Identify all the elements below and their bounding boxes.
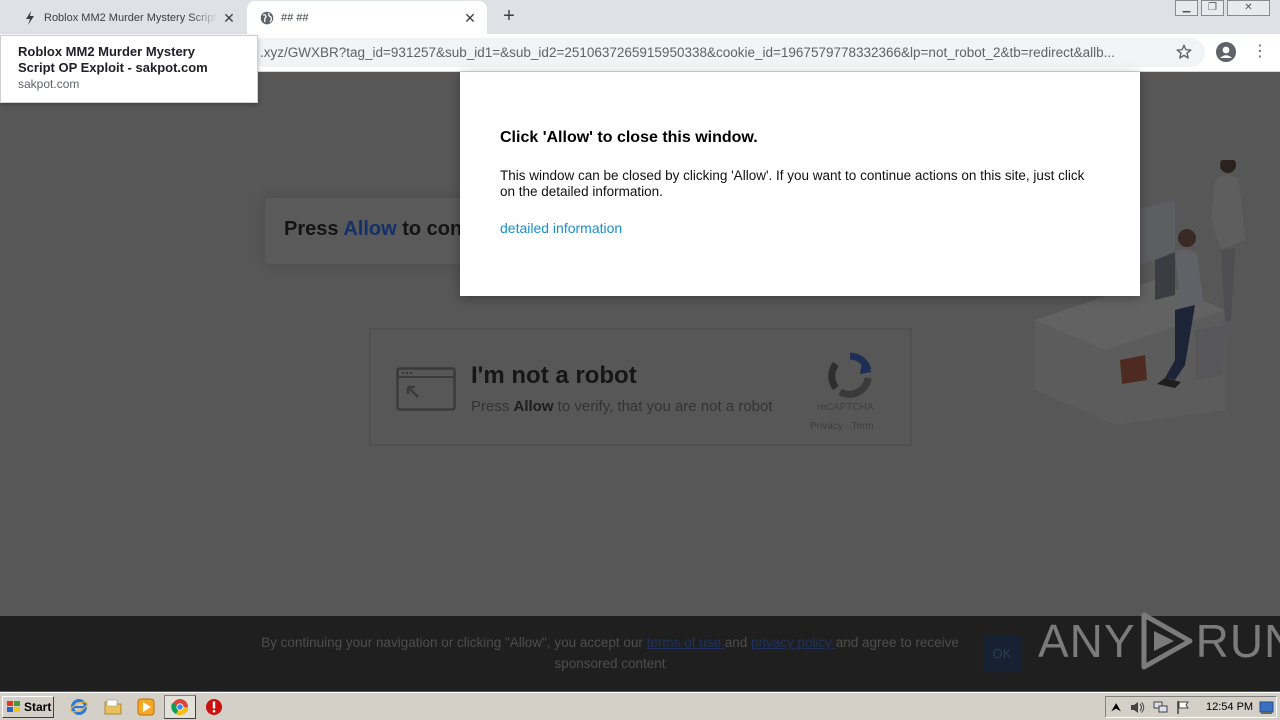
recaptcha-label: reCAPTCHA [817,402,874,413]
show-hidden-icons-icon[interactable]: ⮝ [1111,700,1126,715]
address-bar[interactable]: .xyz/GWXBR?tag_id=931257&sub_id1=&sub_id… [250,38,1205,67]
system-clock[interactable]: 12:54 PM [1206,701,1253,713]
modal-body: This window can be closed by clicking 'A… [500,168,1085,199]
windows-taskbar: Start ⮝ 12:54 PM [0,692,1280,720]
tab-roblox-script[interactable]: Roblox MM2 Murder Mystery Script OP Expl… [0,1,246,34]
detailed-information-link[interactable]: detailed information [500,220,622,236]
allow-notification-modal: Click 'Allow' to close this window. This… [460,72,1140,296]
internet-explorer-icon[interactable] [70,698,88,716]
captcha-sub-text: Press [471,398,514,415]
new-tab-button[interactable]: + [497,6,521,28]
show-desktop-icon[interactable] [1259,700,1274,715]
consent-ok-button[interactable]: OK [983,636,1021,672]
globe-icon [259,10,275,26]
url-text[interactable]: .xyz/GWXBR?tag_id=931257&sub_id1=&sub_id… [260,45,1158,60]
opera-stop-icon[interactable] [205,698,223,716]
chrome-icon [171,699,188,715]
windows-logo-icon [7,701,20,712]
restore-button[interactable]: ❐ [1201,0,1224,16]
play-triangle-icon [1141,612,1193,670]
captcha-sub-text: to verify, that you are not a robot [553,398,773,415]
system-tray: ⮝ 12:54 PM [1105,696,1277,718]
captcha-sub-bold: Allow [513,398,554,415]
close-tab-icon[interactable]: ✕ [221,10,237,26]
minimize-button[interactable]: ▁ [1175,0,1198,16]
action-center-flag-icon[interactable] [1176,700,1191,715]
tab-active[interactable]: ## ## ✕ [247,1,487,34]
modal-title: Click 'Allow' to close this window. [500,129,758,146]
heading-part: Press [284,218,344,240]
tab-strip: Roblox MM2 Murder Mystery Script OP Expl… [0,0,1280,34]
tab-hover-tooltip: Roblox MM2 Murder Mystery Script OP Expl… [0,35,258,103]
press-allow-heading: Press Allow to con [284,218,462,241]
watermark-right: RUN [1195,615,1280,667]
captcha-subtitle: Press Allow to verify, that you are not … [471,398,773,415]
heading-part: to con [396,218,463,240]
consent-part: By continuing your navigation or clickin… [261,635,647,650]
window-controls: ▁ ❐ ✕ [1175,0,1270,16]
consent-text: By continuing your navigation or clickin… [260,632,960,674]
captcha-title: I'm not a robot [471,362,637,389]
bookmark-star-icon[interactable] [1175,43,1193,61]
recaptcha-logo-icon [828,352,872,398]
heading-allow-word: Allow [343,218,397,240]
fake-captcha-box[interactable]: I'm not a robot Press Allow to verify, t… [369,328,912,446]
start-label: Start [24,700,52,714]
privacy-policy-link[interactable]: privacy policy [751,635,836,650]
close-tab-icon[interactable]: ✕ [462,10,478,26]
browser-menu-icon[interactable]: ⋮ [1252,42,1268,62]
profile-avatar-icon[interactable] [1216,42,1236,62]
volume-icon[interactable] [1130,700,1145,715]
tab-title: ## ## [281,11,309,24]
close-window-button[interactable]: ✕ [1227,0,1270,16]
browser-window-icon [396,367,456,411]
recaptcha-links[interactable]: Privacy - Term [810,421,874,432]
lightning-icon [22,10,38,26]
chrome-taskbar-button[interactable] [164,695,196,719]
media-player-icon[interactable] [137,698,155,716]
anyrun-watermark: ANY RUN [1038,610,1280,672]
watermark-left: ANY [1038,615,1136,667]
file-explorer-icon[interactable] [104,698,122,716]
network-icon[interactable] [1153,700,1168,715]
tooltip-title: Roblox MM2 Murder Mystery Script OP Expl… [18,44,208,75]
start-button[interactable]: Start [2,696,54,718]
tab-title: Roblox MM2 Murder Mystery Script OP Expl… [44,11,217,24]
terms-of-use-link[interactable]: terms of use [647,635,725,650]
consent-part: and [724,635,751,650]
tooltip-domain: sakpot.com [18,77,80,91]
